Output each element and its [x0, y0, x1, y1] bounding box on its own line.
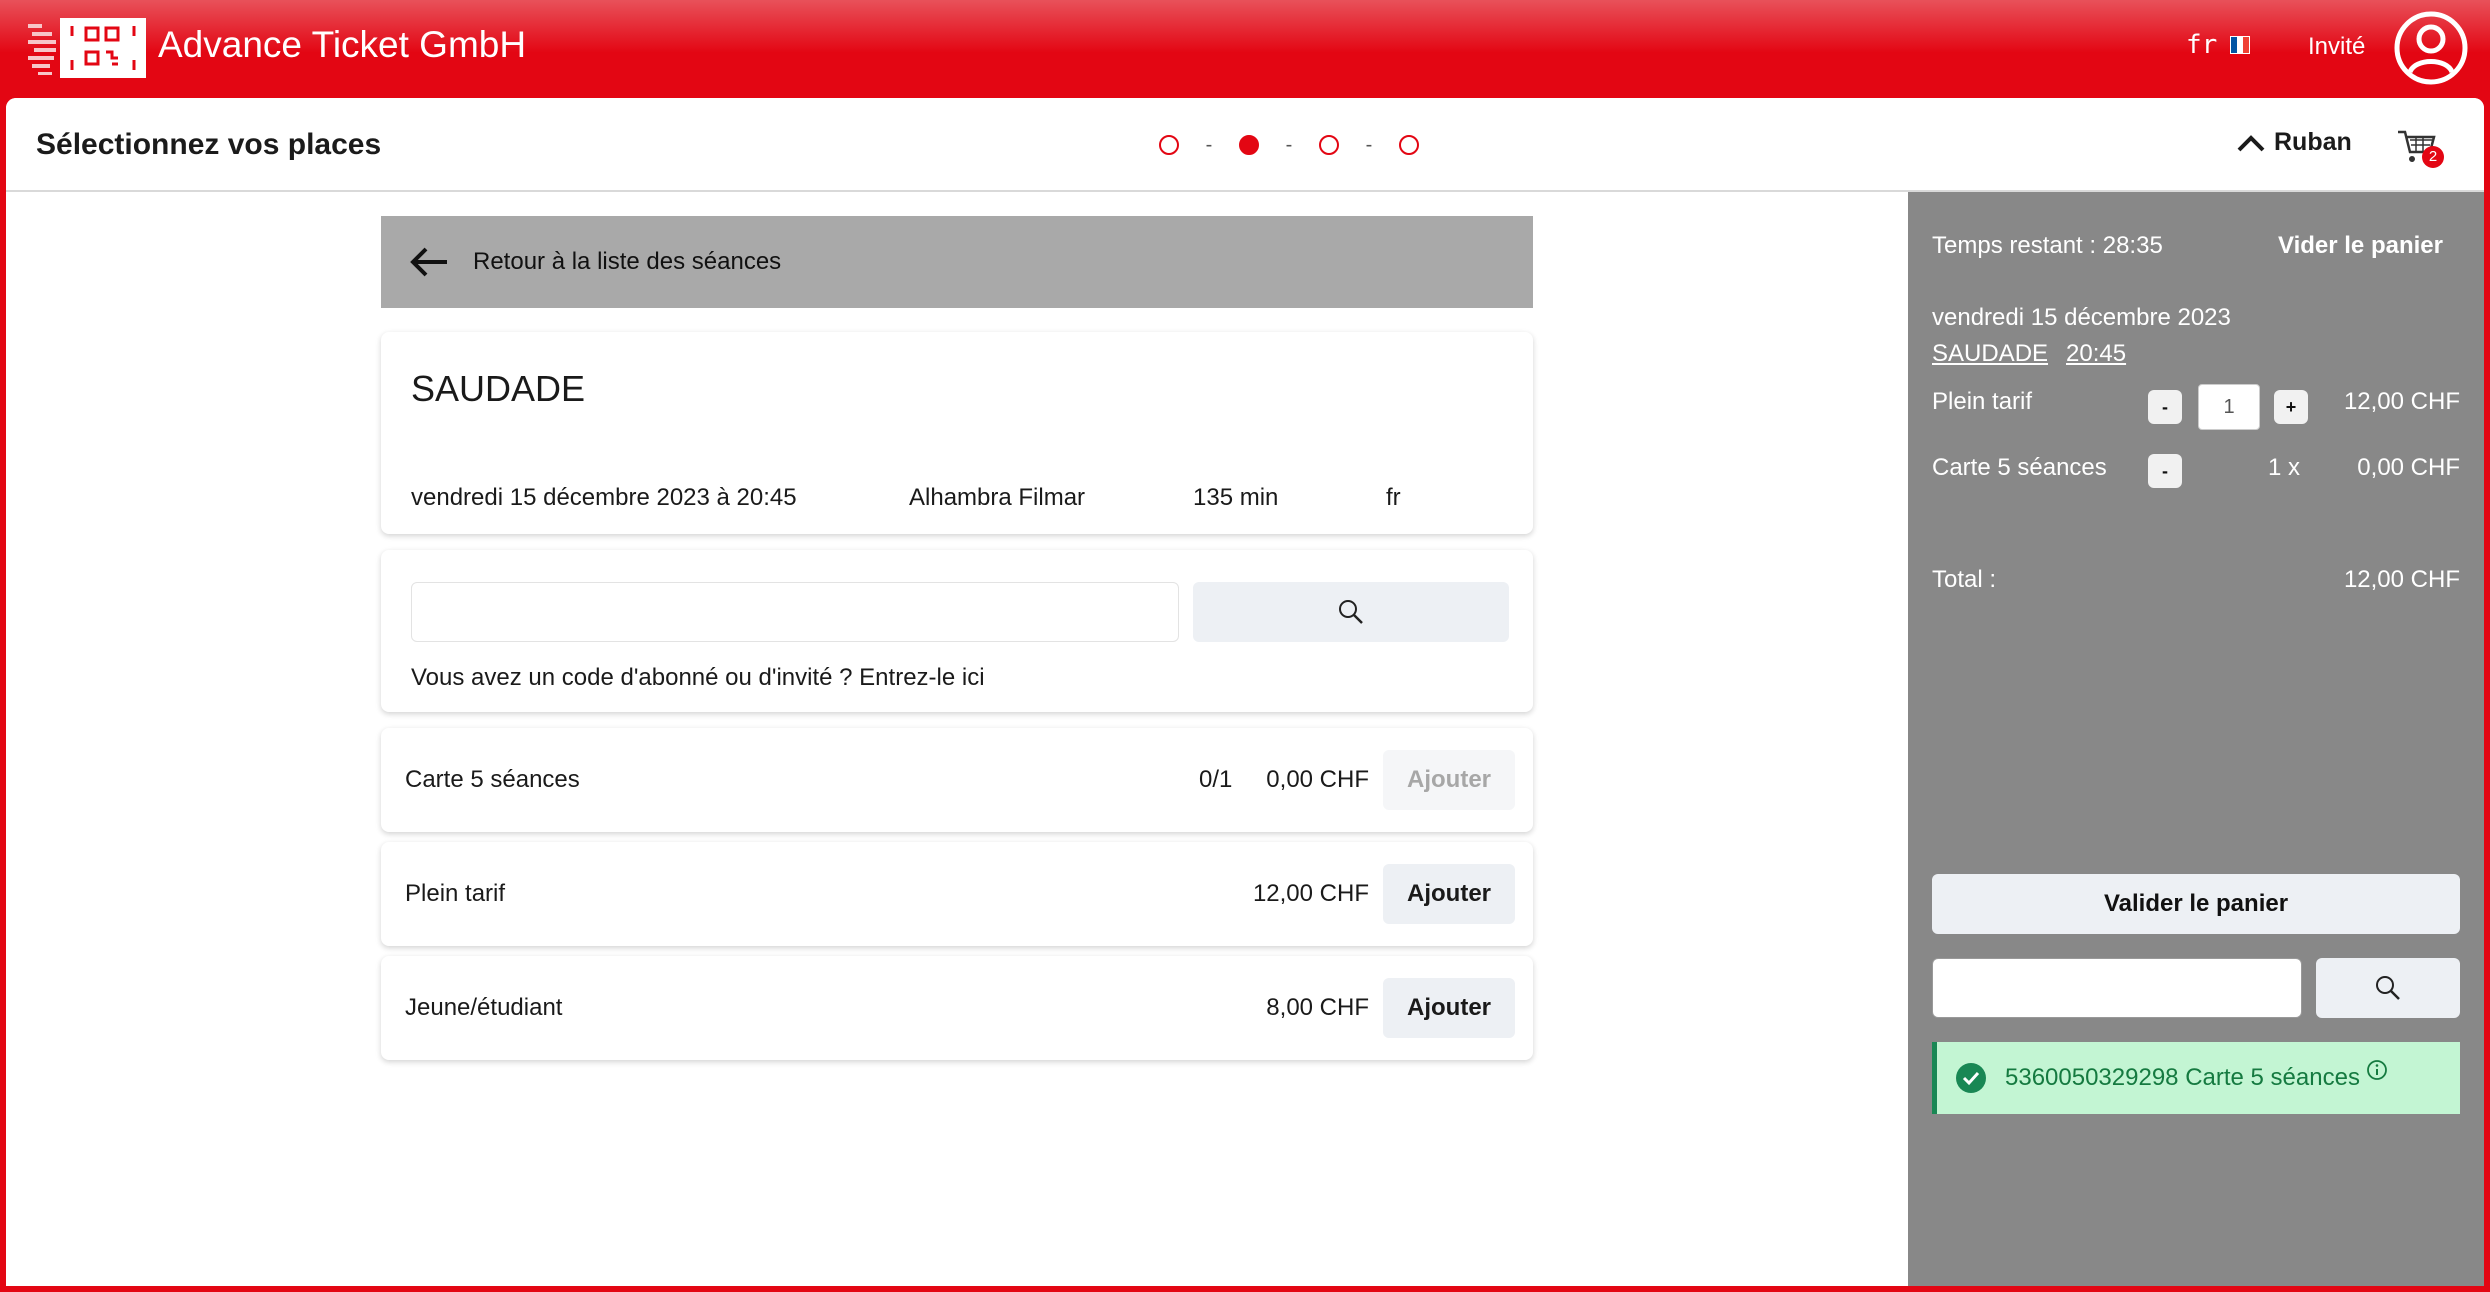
decrease-qty-button[interactable]: - [2148, 454, 2182, 488]
validate-cart-button[interactable]: Valider le panier [1932, 874, 2460, 934]
user-circle-icon[interactable] [2393, 10, 2469, 86]
event-card: SAUDADE vendredi 15 décembre 2023 à 20:4… [381, 332, 1533, 534]
add-tariff-button[interactable]: Ajouter [1383, 750, 1515, 810]
app-header: Advance Ticket GmbH fr Invité [0, 0, 2490, 96]
tariff-price: 0,00 CHF [1266, 766, 1369, 793]
step-1-dot[interactable] [1159, 135, 1179, 155]
code-search-button[interactable] [1193, 582, 1509, 642]
step-separator: - [1205, 134, 1213, 156]
cart-item-name: Carte 5 séances [1932, 454, 2107, 481]
decrease-qty-button[interactable]: - [2148, 390, 2182, 424]
cart-film-link[interactable]: SAUDADE [1932, 340, 2048, 368]
step-separator: - [1365, 134, 1373, 156]
subscriber-code-input[interactable] [411, 582, 1179, 642]
search-icon [1339, 600, 1363, 624]
add-tariff-button[interactable]: Ajouter [1383, 978, 1515, 1038]
voucher-input[interactable] [1932, 958, 2302, 1018]
search-icon [2376, 976, 2400, 1000]
tariff-row: Carte 5 séances 0/1 0,00 CHF Ajouter [381, 728, 1533, 832]
cart-time-link[interactable]: 20:45 [2066, 340, 2126, 368]
sub-header: Sélectionnez vos places - - - Ruban 2 [6, 98, 2484, 192]
cart-panel: Temps restant : 28:35 Vider le panier ve… [1908, 192, 2484, 1286]
success-alert: 5360050329298 Carte 5 séances [1932, 1042, 2460, 1114]
cart-item-price: 12,00 CHF [2343, 388, 2460, 415]
tariff-name: Plein tarif [405, 880, 506, 907]
tariff-row: Plein tarif 12,00 CHF Ajouter [381, 842, 1533, 946]
step-indicator: - - - [1159, 134, 1419, 156]
step-4-dot[interactable] [1399, 135, 1419, 155]
main-content: Retour à la liste des séances SAUDADE ve… [6, 192, 1908, 1286]
tariff-name: Carte 5 séances [405, 766, 580, 793]
event-language: fr [1386, 484, 1401, 511]
ribbon-toggle-button[interactable]: Ruban [2236, 128, 2352, 157]
check-circle-icon [1956, 1063, 1986, 1093]
qty-field[interactable]: 1 [2198, 384, 2260, 430]
content-frame: Sélectionnez vos places - - - Ruban 2 Re… [6, 98, 2484, 1286]
tariff-row: Jeune/étudiant 8,00 CHF Ajouter [381, 956, 1533, 1060]
cart-item-qty: 1 x [2268, 454, 2301, 481]
empty-cart-button[interactable]: Vider le panier [2278, 232, 2443, 260]
total-value: 12,00 CHF [2343, 566, 2460, 593]
tariff-quota: 0/1 [1199, 766, 1233, 793]
tariff-price: 12,00 CHF [1252, 880, 1369, 907]
event-title: SAUDADE [411, 368, 586, 409]
user-label[interactable]: Invité [2308, 33, 2365, 61]
page-title: Sélectionnez vos places [36, 128, 382, 161]
step-separator: - [1285, 134, 1293, 156]
back-label: Retour à la liste des séances [473, 248, 782, 275]
step-3-dot[interactable] [1319, 135, 1339, 155]
info-icon[interactable] [2366, 1059, 2388, 1081]
add-tariff-button[interactable]: Ajouter [1383, 864, 1515, 924]
back-to-sessions-button[interactable]: Retour à la liste des séances [381, 216, 1533, 308]
total-label: Total : [1932, 566, 1997, 593]
arrow-left-icon [410, 247, 447, 277]
tariff-name: Jeune/étudiant [405, 994, 563, 1021]
cart-item-price: 0,00 CHF [2357, 454, 2460, 481]
cart-button[interactable]: 2 [2396, 126, 2444, 170]
qr-ticket-logo-icon [28, 18, 146, 78]
cart-item-name: Plein tarif [1932, 388, 2033, 415]
chevron-up-icon [2237, 134, 2265, 151]
ribbon-label: Ruban [2274, 128, 2352, 156]
france-flag-icon[interactable] [2230, 36, 2250, 54]
code-hint: Vous avez un code d'abonné ou d'invité ?… [411, 664, 985, 691]
event-duration: 135 min [1193, 484, 1279, 511]
brand-name: Advance Ticket GmbH [158, 24, 527, 65]
step-2-dot[interactable] [1239, 135, 1259, 155]
subscriber-code-card: Vous avez un code d'abonné ou d'invité ?… [381, 550, 1533, 712]
cart-count-badge: 2 [2422, 146, 2444, 168]
cart-date: vendredi 15 décembre 2023 [1932, 304, 2231, 331]
time-remaining: Temps restant : 28:35 [1932, 232, 2163, 259]
increase-qty-button[interactable]: + [2274, 390, 2308, 424]
tariff-price: 8,00 CHF [1266, 994, 1369, 1021]
alert-text: 5360050329298 Carte 5 séances [2005, 1064, 2360, 1091]
language-selector[interactable]: fr [2186, 30, 2217, 60]
event-date: vendredi 15 décembre 2023 à 20:45 [411, 484, 797, 511]
event-venue: Alhambra Filmar [909, 484, 1086, 511]
voucher-search-button[interactable] [2316, 958, 2460, 1018]
